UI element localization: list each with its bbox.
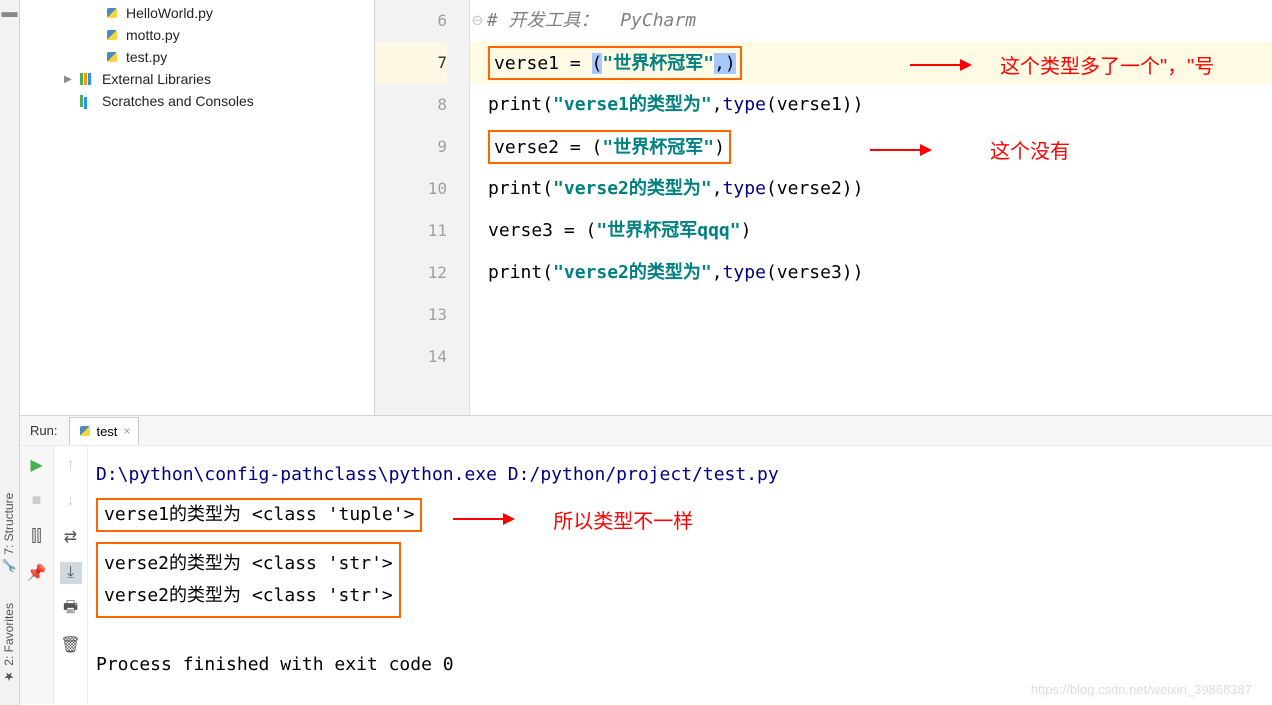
code-line[interactable]: print("verse2的类型为",type(verse2)) — [470, 168, 1272, 210]
sidebar-tab-structure[interactable]: 🔧 7: Structure — [0, 485, 18, 582]
code-line[interactable]: verse3 = ("世界杯冠军qqq") — [470, 210, 1272, 252]
annotation-arrow-3: 所以类型不一样 — [453, 505, 693, 534]
wrap-button[interactable]: ⇄ — [60, 526, 82, 548]
run-button[interactable]: ▶ — [26, 454, 48, 476]
code-line[interactable] — [470, 294, 1272, 336]
console-out-line: verse2的类型为 <class 'str'> — [104, 548, 393, 580]
code-line[interactable]: ⊖# 开发工具： PyCharm — [470, 0, 1272, 42]
run-toolbar: ▶ ■ ⫿⫿ 📌 — [20, 446, 54, 704]
annotation-box: verse2的类型为 <class 'str'> verse2的类型为 <cla… — [96, 542, 401, 618]
line-number: 7 — [375, 42, 447, 84]
arrow-icon — [453, 518, 513, 520]
file-name: HelloWorld.py — [126, 5, 213, 21]
libraries-icon — [80, 71, 96, 87]
run-panel: 🔧 7: Structure ★ 2: Favorites Run: test … — [0, 415, 1272, 705]
tree-file-test[interactable]: test.py — [20, 46, 374, 68]
run-tab-test[interactable]: test × — [69, 417, 139, 445]
left-rail: ▬ — [0, 0, 20, 415]
run-tab-name: test — [96, 424, 117, 439]
up-button[interactable]: ↑ — [60, 454, 82, 476]
layout-button[interactable]: ⫿⫿ — [26, 526, 48, 548]
code-line[interactable]: verse1 = ("世界杯冠军",) — [470, 42, 1272, 84]
line-gutter: 6 7 8 9 10 11 12 13 14 — [375, 0, 470, 415]
scratches-label: Scratches and Consoles — [102, 93, 254, 109]
pin-button[interactable]: 📌 — [26, 562, 48, 584]
code-line[interactable]: print("verse2的类型为",type(verse3)) — [470, 252, 1272, 294]
file-name: motto.py — [126, 27, 180, 43]
code-line[interactable]: verse2 = ("世界杯冠军") — [470, 126, 1272, 168]
scratches-icon — [80, 93, 96, 109]
python-file-icon — [104, 49, 120, 65]
print-button[interactable]: 🖶 — [60, 598, 82, 620]
external-libs-label: External Libraries — [102, 71, 211, 87]
console-output[interactable]: D:\python\config-pathclass\python.exe D:… — [88, 446, 1272, 704]
run-label: Run: — [30, 423, 57, 438]
chevron-right-icon: ▶ — [64, 74, 76, 85]
down-button[interactable]: ↓ — [60, 490, 82, 512]
annotation-text: 所以类型不一样 — [553, 505, 693, 534]
console-out-line: verse2的类型为 <class 'str'> — [104, 580, 393, 612]
annotation-box: verse1 = ("世界杯冠军",) — [488, 46, 742, 80]
project-icon[interactable]: ▬ — [2, 4, 18, 22]
tree-file-motto[interactable]: motto.py — [20, 24, 374, 46]
line-number: 10 — [375, 168, 447, 210]
code-editor[interactable]: 6 7 8 9 10 11 12 13 14 ⊖# 开发工具： PyCharm … — [375, 0, 1272, 415]
file-name: test.py — [126, 49, 167, 65]
python-file-icon — [104, 27, 120, 43]
project-tree[interactable]: HelloWorld.py motto.py test.py ▶ Externa… — [20, 0, 375, 415]
tree-scratches[interactable]: Scratches and Consoles — [20, 90, 374, 112]
run-header: Run: test × — [20, 416, 1272, 446]
line-number: 12 — [375, 252, 447, 294]
tree-file-helloworld[interactable]: HelloWorld.py — [20, 2, 374, 24]
code-line[interactable] — [470, 336, 1272, 378]
stop-button[interactable]: ■ — [26, 490, 48, 512]
line-number: 9 — [375, 126, 447, 168]
python-file-icon — [104, 5, 120, 21]
line-number: 14 — [375, 336, 447, 378]
line-number: 6 — [375, 0, 447, 42]
annotation-box: verse1的类型为 <class 'tuple'> — [96, 498, 422, 532]
tree-external-libs[interactable]: ▶ External Libraries — [20, 68, 374, 90]
line-number: 13 — [375, 294, 447, 336]
line-number: 11 — [375, 210, 447, 252]
console-exit: Process finished with exit code 0 — [96, 648, 1264, 682]
scroll-button[interactable]: ⤓ — [60, 562, 82, 584]
side-tab-rail: 🔧 7: Structure ★ 2: Favorites — [0, 415, 20, 705]
code-area[interactable]: ⊖# 开发工具： PyCharm verse1 = ("世界杯冠军",) pri… — [470, 0, 1272, 415]
annotation-box: verse2 = ("世界杯冠军") — [488, 130, 731, 164]
python-file-icon — [78, 424, 92, 438]
console-cmd: D:\python\config-pathclass\python.exe D:… — [96, 458, 1264, 492]
sidebar-tab-favorites[interactable]: ★ 2: Favorites — [0, 595, 18, 692]
close-icon[interactable]: × — [123, 424, 130, 438]
watermark: https://blog.csdn.net/weixin_39868387 — [1031, 682, 1252, 697]
line-number: 8 — [375, 84, 447, 126]
trash-button[interactable]: 🗑 — [60, 634, 82, 656]
run-toolbar-secondary: ↑ ↓ ⇄ ⤓ 🖶 🗑 — [54, 446, 88, 704]
code-line[interactable]: print("verse1的类型为",type(verse1)) — [470, 84, 1272, 126]
